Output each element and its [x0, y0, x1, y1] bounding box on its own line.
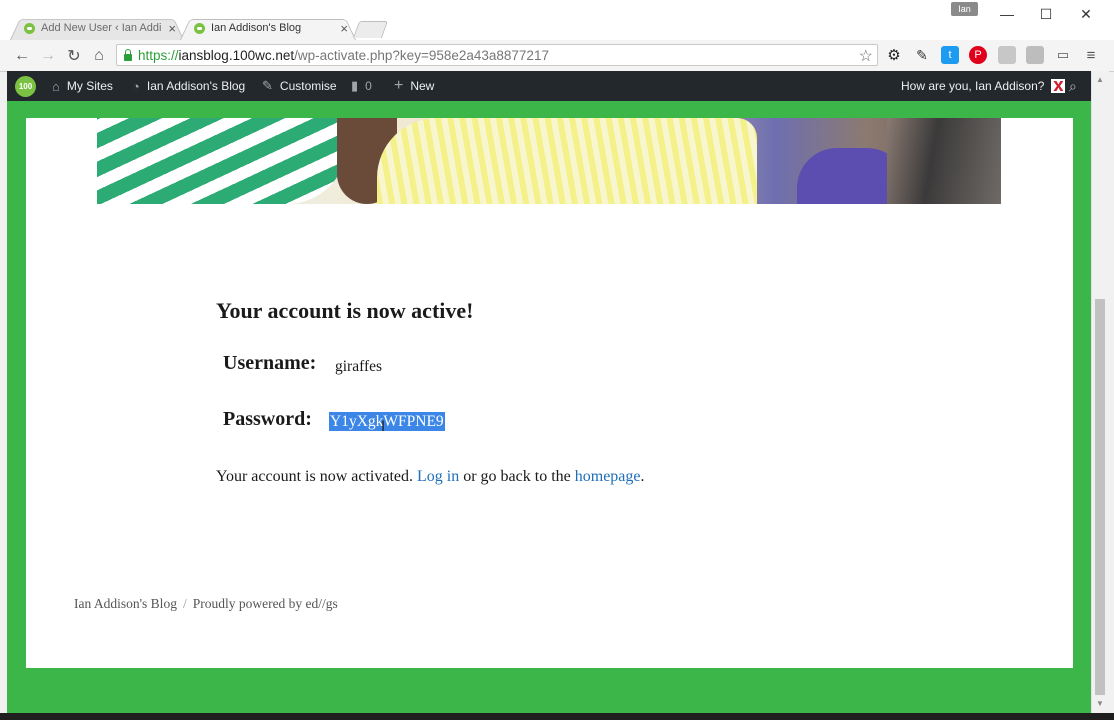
minimize-button[interactable]: — [987, 2, 1027, 26]
url-host: iansblog.100wc.net [178, 47, 295, 63]
reload-icon[interactable]: ↻ [63, 45, 85, 67]
url-scheme: https:// [138, 47, 179, 63]
search-icon[interactable]: ⌕ [1069, 71, 1077, 101]
username-label: Username: [223, 352, 317, 374]
settings-gear-icon[interactable]: ⚙ [885, 46, 903, 64]
new-tab-button[interactable] [352, 21, 389, 38]
home-icon[interactable]: ⌂ [88, 45, 110, 67]
activation-message: Your account is now activated. Log in or… [216, 468, 645, 486]
wp-logo[interactable]: 100 [15, 71, 36, 101]
site-name-menu[interactable]: ◔ Ian Addison's Blog [132, 71, 245, 101]
username-value: giraffes [335, 358, 383, 375]
paintbrush-icon: ✎ [262, 78, 273, 93]
bookmark-star-icon[interactable]: ☆ [859, 46, 873, 66]
browser-window: Add New User ‹ Ian Addison × Ian Addison… [0, 0, 1114, 720]
password-label: Password: [223, 408, 312, 430]
tab-strip: Add New User ‹ Ian Addison × Ian Addison… [0, 0, 1114, 40]
message-prefix: Your account is now activated. [216, 468, 413, 485]
footer-site-name[interactable]: Ian Addison's Blog [74, 596, 177, 611]
wp-admin-bar: 100 ⌂ My Sites ◔ Ian Addison's Blog ✎ Cu… [7, 71, 1091, 101]
dashboard-icon: ◔ [132, 78, 140, 94]
comments-count: 0 [365, 79, 372, 93]
comments-menu[interactable]: ▮ 0 [351, 71, 372, 101]
plus-icon: + [394, 77, 404, 94]
close-window-button[interactable]: ✕ [1066, 2, 1106, 26]
pinterest-icon[interactable]: P [969, 46, 987, 64]
greeting-text: How are you, Ian Addison? [901, 79, 1045, 93]
tab-ian-addisons-blog[interactable]: Ian Addison's Blog × [180, 16, 356, 40]
comment-bubble-icon: ▮ [351, 78, 359, 93]
lock-icon [124, 48, 132, 61]
site-footer: Ian Addison's Blog / Proudly powered by ed… [74, 596, 338, 612]
forward-arrow-icon[interactable]: → [37, 45, 59, 67]
scroll-up-arrow-icon[interactable]: ▲ [1096, 75, 1104, 84]
back-arrow-icon[interactable]: ← [11, 45, 33, 67]
network-icon: ⌂ [52, 78, 60, 94]
customise-menu[interactable]: ✎ Customise [262, 71, 337, 101]
url-path: /wp-activate.php?key=958e2a43a8877217 [294, 47, 549, 63]
site-favicon-icon [24, 22, 35, 34]
homepage-link[interactable]: homepage [575, 468, 641, 485]
tab-close-icon[interactable]: × [340, 21, 348, 36]
new-label: New [410, 79, 435, 93]
extension-icon[interactable] [1026, 46, 1044, 64]
scroll-down-arrow-icon[interactable]: ▼ [1096, 699, 1104, 708]
page-viewport: Your account is now active! Username: gi… [7, 101, 1091, 713]
page-card: Your account is now active! Username: gi… [26, 118, 1073, 668]
browser-toolbar: ← → ↻ ⌂ https:// iansblog.100wc.net /wp-… [0, 40, 1114, 72]
message-suffix: . [640, 468, 645, 485]
cast-icon[interactable]: ▭ [1054, 46, 1072, 64]
logo-100-icon: 100 [15, 75, 36, 97]
profile-badge[interactable]: Ian [951, 2, 978, 16]
header-image [97, 118, 1001, 204]
login-link[interactable]: Log in [417, 468, 459, 485]
page-title: Your account is now active! [216, 298, 474, 323]
customise-label: Customise [279, 79, 337, 93]
scrollbar-thumb[interactable] [1095, 299, 1105, 695]
address-bar[interactable]: https:// iansblog.100wc.net /wp-activate… [116, 44, 878, 66]
maximize-button[interactable]: ☐ [1026, 2, 1066, 26]
password-value[interactable]: Y1yXgkWFPNE9 [329, 412, 445, 431]
my-sites-menu[interactable]: ⌂ My Sites [52, 71, 113, 101]
tab-add-new-user[interactable]: Add New User ‹ Ian Addison × [10, 16, 184, 40]
eyedropper-icon[interactable]: ✎ [913, 46, 931, 64]
text-cursor-icon: I [381, 419, 386, 435]
avatar [1051, 79, 1066, 93]
site-name-label: Ian Addison's Blog [146, 79, 246, 93]
site-favicon-icon [194, 22, 205, 34]
footer-powered-by[interactable]: Proudly powered by ed//gs [193, 596, 338, 611]
footer-separator: / [182, 596, 187, 611]
tab-title: Ian Addison's Blog [211, 22, 302, 34]
message-middle: or go back to the [463, 468, 571, 485]
tab-title: Add New User ‹ Ian Addison [41, 22, 162, 34]
menu-icon[interactable]: ≡ [1082, 46, 1100, 64]
tab-close-icon[interactable]: × [168, 21, 176, 36]
user-account-menu[interactable]: How are you, Ian Addison? [901, 71, 1066, 101]
extension-icon[interactable] [998, 46, 1016, 64]
new-content-menu[interactable]: + New [394, 71, 434, 101]
my-sites-label: My Sites [66, 79, 113, 93]
vertical-scrollbar[interactable]: ▲ ▼ [1091, 71, 1109, 713]
selected-password-text[interactable]: Y1yXgkWFPNE9 [329, 412, 445, 431]
twitter-icon[interactable]: t [941, 46, 959, 64]
